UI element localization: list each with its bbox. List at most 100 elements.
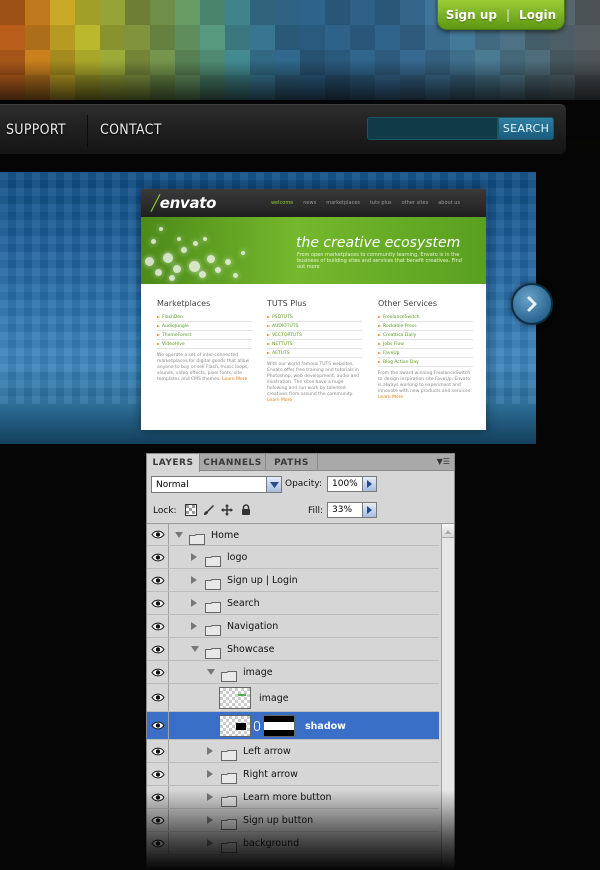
layer-row[interactable]: Left arrow	[147, 740, 439, 763]
panel-menu-icon[interactable]: ▼☰	[437, 457, 450, 466]
layer-row[interactable]: Home	[147, 524, 439, 546]
login-link[interactable]: Login	[519, 8, 556, 22]
mini-column-link[interactable]: Blog Action Day	[378, 358, 473, 367]
bokeh-light	[207, 255, 215, 263]
mini-column-link[interactable]: PSDTUTS	[267, 313, 362, 322]
layer-name: image	[259, 693, 289, 704]
mini-column-link[interactable]: FlashDen	[157, 313, 252, 322]
eye-icon[interactable]	[147, 763, 169, 785]
blend-mode-select[interactable]: Normal	[151, 476, 282, 493]
chevron-right-icon[interactable]	[207, 816, 213, 824]
lock-icon[interactable]	[240, 504, 252, 516]
opacity-field[interactable]: 100%	[327, 476, 377, 492]
eye-icon[interactable]	[147, 832, 169, 854]
mini-column-link[interactable]: ThemeForest	[157, 331, 252, 340]
mosaic-tile	[200, 50, 225, 75]
mini-column-link[interactable]: FaveUp	[378, 349, 473, 358]
move-icon[interactable]	[221, 504, 233, 516]
layer-row[interactable]: Showcase	[147, 638, 439, 661]
nav-contact[interactable]: CONTACT	[100, 122, 162, 138]
mini-column-link[interactable]: Jobs Flow	[378, 340, 473, 349]
eye-icon[interactable]	[147, 684, 169, 711]
chevron-right-icon[interactable]	[362, 477, 376, 491]
chevron-right-icon[interactable]	[207, 770, 213, 778]
search-button[interactable]: SEARCH	[498, 117, 554, 140]
mini-column-link[interactable]: Creattica Daily	[378, 331, 473, 340]
mini-column-link[interactable]: AudioJungle	[157, 322, 252, 331]
mini-nav-item[interactable]: welcome	[271, 200, 293, 206]
mini-nav-item[interactable]: news	[303, 200, 316, 206]
tab-layers[interactable]: LAYERS	[147, 454, 200, 472]
lock-transparent-icon[interactable]	[185, 504, 197, 516]
mini-column-link[interactable]: VECTORTUTS	[267, 331, 362, 340]
fill-field[interactable]: 33%	[327, 502, 377, 518]
layer-thumbnail	[219, 715, 251, 737]
mini-nav-item[interactable]: other sites	[402, 200, 429, 206]
layer-row[interactable]: image	[147, 661, 439, 684]
eye-icon[interactable]	[147, 569, 169, 591]
mini-nav-item[interactable]: tuts plus	[370, 200, 392, 206]
scroll-up-button[interactable]	[442, 524, 454, 538]
layer-row[interactable]: Sign up | Login	[147, 569, 439, 592]
layer-row[interactable]: Sign up button	[147, 809, 439, 832]
layer-row[interactable]: Right arrow	[147, 763, 439, 786]
chevron-right-icon[interactable]	[207, 747, 213, 755]
mosaic-tile	[175, 75, 200, 100]
learn-more-link[interactable]: Learn More	[222, 377, 247, 382]
mini-column-link[interactable]: AUDIOTUTS	[267, 322, 362, 331]
eye-icon[interactable]	[147, 592, 169, 614]
chevron-right-icon[interactable]	[191, 599, 197, 607]
blend-mode-value: Normal	[156, 480, 189, 490]
brush-icon[interactable]	[203, 504, 215, 516]
mosaic-tile	[500, 50, 525, 75]
eye-icon[interactable]	[147, 809, 169, 831]
eye-icon[interactable]	[147, 740, 169, 762]
mini-column-link[interactable]: FreelanceSwitch	[378, 313, 473, 322]
layer-row[interactable]: Learn more button	[147, 786, 439, 809]
mosaic-tile	[100, 75, 125, 100]
tab-channels[interactable]: CHANNELS	[200, 454, 266, 471]
learn-more-link[interactable]: Learn More	[378, 395, 403, 400]
eye-icon[interactable]	[147, 524, 169, 545]
eye-icon[interactable]	[147, 546, 169, 568]
bokeh-light	[169, 275, 175, 281]
layer-row[interactable]: image	[147, 684, 439, 712]
mini-nav-item[interactable]: marketplaces	[326, 200, 360, 206]
chevron-right-icon[interactable]	[362, 503, 376, 517]
layer-row[interactable]: Search	[147, 592, 439, 615]
signup-link[interactable]: Sign up	[446, 8, 497, 22]
chevron-right-icon[interactable]	[207, 793, 213, 801]
mosaic-tile	[300, 75, 325, 100]
layer-row[interactable]: background	[147, 832, 439, 855]
chevron-right-icon[interactable]	[191, 576, 197, 584]
nav-support[interactable]: SUPPORT	[6, 122, 66, 138]
tab-paths[interactable]: PATHS	[266, 454, 318, 471]
eye-icon[interactable]	[147, 661, 169, 683]
layer-row[interactable]: shadow	[147, 712, 439, 740]
mini-nav-item[interactable]: about us	[438, 200, 460, 206]
next-arrow-button[interactable]	[511, 283, 553, 325]
eye-icon[interactable]	[147, 712, 169, 739]
eye-icon[interactable]	[147, 615, 169, 637]
learn-more-link[interactable]: Learn More	[267, 398, 292, 403]
mini-column-link[interactable]: Rockable Press	[378, 322, 473, 331]
layer-row[interactable]: Navigation	[147, 615, 439, 638]
link-icon[interactable]	[254, 721, 260, 731]
mini-column-link[interactable]: NETTUTS	[267, 340, 362, 349]
chevron-right-icon[interactable]	[191, 622, 197, 630]
eye-icon[interactable]	[147, 638, 169, 660]
chevron-down-icon[interactable]	[191, 646, 199, 652]
mini-column-link[interactable]: AETUTS	[267, 349, 362, 358]
mosaic-tile	[125, 25, 150, 50]
scrollbar[interactable]	[441, 524, 454, 869]
bokeh-light	[199, 271, 206, 278]
search-input[interactable]	[367, 117, 498, 140]
chevron-right-icon[interactable]	[207, 839, 213, 847]
layer-name: Showcase	[227, 644, 275, 655]
layer-row[interactable]: logo	[147, 546, 439, 569]
eye-icon[interactable]	[147, 786, 169, 808]
mini-column-link[interactable]: VideoHive	[157, 340, 252, 349]
chevron-right-icon[interactable]	[191, 553, 197, 561]
chevron-down-icon[interactable]	[207, 669, 215, 675]
chevron-down-icon[interactable]	[175, 532, 183, 538]
